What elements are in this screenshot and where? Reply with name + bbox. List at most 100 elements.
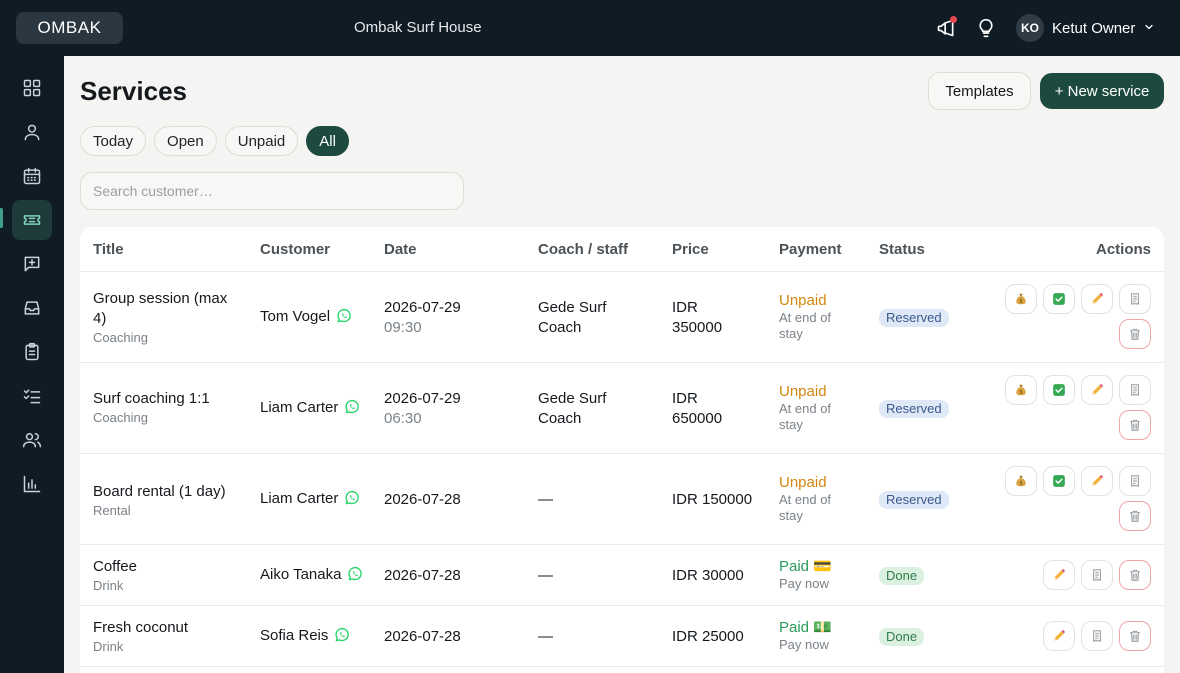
whatsapp-icon[interactable] — [336, 308, 352, 324]
filter-chip-open[interactable]: Open — [154, 126, 217, 156]
receipt-icon — [1128, 292, 1142, 306]
column-header-status[interactable]: Status — [879, 241, 925, 258]
receipt-button[interactable] — [1119, 375, 1151, 405]
delete-button[interactable] — [1119, 410, 1151, 440]
column-header-price[interactable]: Price — [672, 241, 709, 258]
message-plus-icon — [24, 256, 40, 272]
service-title[interactable]: Group session (max 4) — [93, 289, 243, 329]
table-row[interactable]: Coffee Drink Aiko Tanaka 2026-07-28 — IDR 300… — [80, 545, 1164, 606]
svg-text:$: $ — [1019, 481, 1022, 487]
service-title[interactable]: Coffee — [93, 557, 253, 577]
sidebar-item-reports[interactable] — [12, 464, 52, 504]
filter-chips: Today Open Unpaid All — [80, 126, 349, 156]
coach-name: Gede Surf Coach — [538, 389, 607, 427]
receipt-button[interactable] — [1119, 466, 1151, 496]
customer-name[interactable]: Tom Vogel — [260, 308, 330, 325]
calendar-icon — [23, 167, 41, 185]
table-row[interactable]: Group session (max 4) Coaching Tom Vogel 20… — [80, 272, 1164, 363]
coach-name: Gede Surf Coach — [538, 298, 607, 336]
customer-name[interactable]: Liam Carter — [260, 399, 338, 416]
filter-chip-unpaid[interactable]: Unpaid — [224, 126, 299, 156]
column-header-coach[interactable]: Coach / staff — [538, 241, 628, 258]
service-price: IDR 350000 — [672, 298, 723, 336]
table-row[interactable]: Surf coaching 1:1 Coaching Liam Carter 2026… — [80, 363, 1164, 454]
coach-name: — — [538, 490, 553, 508]
delete-button[interactable] — [1119, 621, 1151, 651]
sidebar — [0, 56, 64, 673]
sidebar-item-inbox[interactable] — [12, 288, 52, 328]
service-title[interactable]: Fresh coconut — [93, 618, 253, 638]
edit-button[interactable] — [1081, 466, 1113, 496]
service-title[interactable]: Surf coaching 1:1 — [93, 389, 253, 409]
status-badge: Done — [879, 566, 925, 585]
status-badge: Reserved — [879, 399, 949, 418]
receipt-icon — [1090, 568, 1104, 582]
payment-status: Unpaid — [779, 383, 827, 400]
service-category: Drink — [93, 578, 124, 593]
mark-done-button[interactable] — [1043, 375, 1075, 405]
table-row[interactable]: Fresh coconut Drink Sofia Reis 2026-07-28 — I… — [80, 606, 1164, 667]
new-service-button[interactable]: + New service — [1040, 73, 1164, 109]
whatsapp-icon[interactable] — [347, 566, 363, 582]
column-header-customer[interactable]: Customer — [260, 241, 330, 258]
whatsapp-icon[interactable] — [334, 627, 350, 643]
whatsapp-icon[interactable] — [344, 399, 360, 415]
sidebar-item-dashboard[interactable] — [12, 68, 52, 108]
service-title[interactable]: Board rental (1 day) — [93, 482, 253, 502]
app-logo[interactable]: OMBAK — [16, 12, 123, 44]
sidebar-item-services[interactable] — [12, 200, 52, 240]
customer-name[interactable]: Aiko Tanaka — [260, 566, 341, 583]
collect-payment-button[interactable]: $ — [1005, 466, 1037, 496]
receipt-button[interactable] — [1081, 621, 1113, 651]
column-header-payment[interactable]: Payment — [779, 241, 842, 258]
filter-chip-all[interactable]: All — [306, 126, 349, 156]
megaphone-icon[interactable] — [934, 16, 958, 40]
mark-done-button[interactable] — [1043, 466, 1075, 496]
delete-button[interactable] — [1119, 501, 1151, 531]
column-header-actions: Actions — [1095, 241, 1151, 258]
customer-name[interactable]: Sofia Reis — [260, 627, 328, 644]
sidebar-item-guests[interactable] — [12, 112, 52, 152]
collect-payment-button[interactable]: $ — [1005, 284, 1037, 314]
sidebar-item-checklist[interactable] — [12, 376, 52, 416]
status-badge: Reserved — [879, 490, 949, 509]
payment-status: Unpaid — [779, 474, 827, 491]
collect-payment-button[interactable]: $ — [1005, 375, 1037, 405]
sidebar-item-team[interactable] — [12, 420, 52, 460]
user-menu[interactable]: KO Ketut Owner — [1016, 14, 1155, 42]
sidebar-item-tasks[interactable] — [12, 332, 52, 372]
sidebar-item-messages[interactable] — [12, 244, 52, 284]
chart-icon — [23, 475, 41, 493]
customer-cell: Sofia Reis — [260, 627, 350, 644]
lightbulb-icon[interactable] — [974, 16, 998, 40]
top-bar: OMBAK Ombak Surf House KO Ketut Owner — [0, 0, 1180, 56]
dashboard-icon — [23, 79, 41, 97]
edit-button[interactable] — [1043, 621, 1075, 651]
receipt-button[interactable] — [1081, 560, 1113, 590]
search-input[interactable] — [80, 172, 464, 210]
service-category: Rental — [93, 503, 131, 518]
edit-button[interactable] — [1081, 284, 1113, 314]
templates-button[interactable]: Templates — [928, 72, 1031, 110]
column-header-date[interactable]: Date — [384, 241, 417, 258]
customer-name[interactable]: Liam Carter — [260, 490, 338, 507]
receipt-button[interactable] — [1119, 284, 1151, 314]
payment-status: Paid 💳 — [779, 558, 832, 575]
table-row[interactable]: Board rental (1 day) Rental Liam Carter 202… — [80, 454, 1164, 545]
filter-chip-today[interactable]: Today — [80, 126, 147, 156]
sidebar-item-calendar[interactable] — [12, 156, 52, 196]
payment-note: At end of stay — [779, 492, 832, 523]
delete-icon — [1128, 327, 1142, 341]
delete-button[interactable] — [1119, 560, 1151, 590]
receipt-icon — [1090, 629, 1104, 643]
delete-icon — [1128, 509, 1142, 523]
edit-button[interactable] — [1081, 375, 1113, 405]
delete-button[interactable] — [1119, 319, 1151, 349]
svg-text:$: $ — [1019, 390, 1022, 396]
receipt-icon — [1128, 383, 1142, 397]
whatsapp-icon[interactable] — [344, 490, 360, 506]
column-header-title[interactable]: Title — [93, 241, 124, 258]
mark-done-button[interactable] — [1043, 284, 1075, 314]
service-date: 2026-07-28 — [384, 566, 461, 584]
edit-button[interactable] — [1043, 560, 1075, 590]
